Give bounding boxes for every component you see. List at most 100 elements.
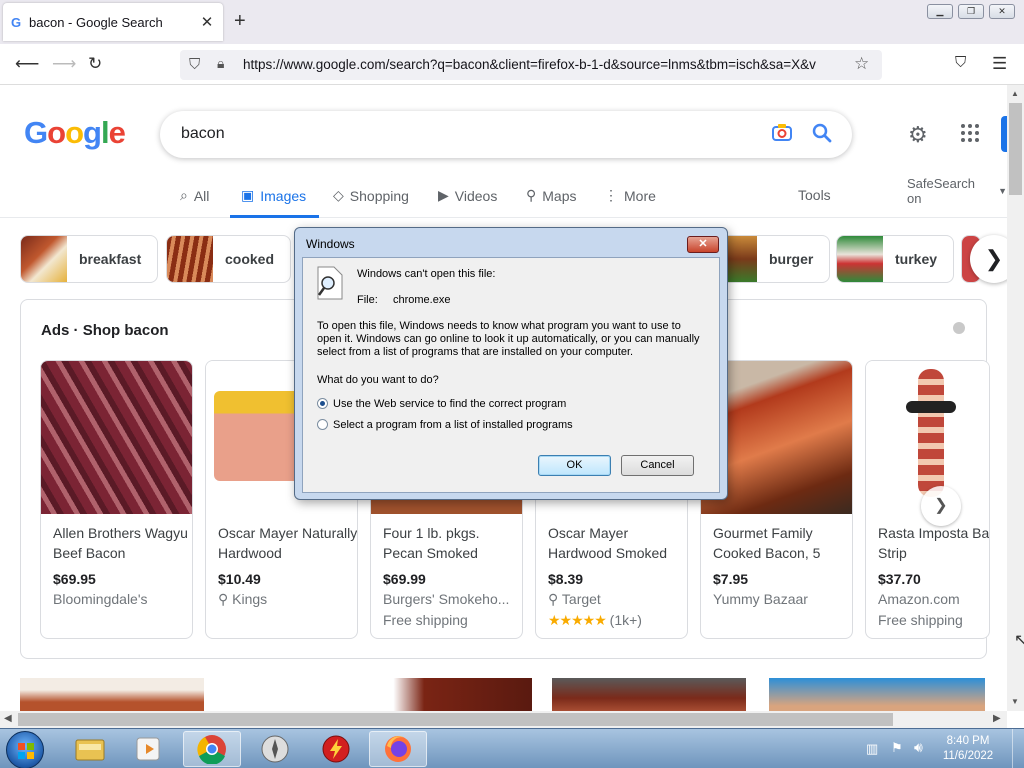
safesearch-toggle[interactable]: SafeSearch on ▼: [907, 176, 1007, 206]
settings-gear-icon[interactable]: ⚙: [908, 122, 928, 148]
system-clock[interactable]: 8:40 PM 11/6/2022: [938, 734, 998, 764]
option-web-service-label[interactable]: Use the Web service to find the correct …: [333, 398, 566, 411]
volume-icon[interactable]: 🔊︎: [914, 739, 923, 756]
taskbar-chrome[interactable]: [183, 731, 241, 767]
compass-icon: [261, 735, 289, 763]
option-installed-programs-label[interactable]: Select a program from a list of installe…: [333, 419, 573, 432]
radio-installed-programs[interactable]: [317, 419, 328, 430]
image-result[interactable]: [20, 678, 204, 711]
window-close-button[interactable]: ✕: [989, 4, 1015, 19]
tab-shopping[interactable]: ◇ Shopping: [333, 187, 409, 204]
folder-icon: [75, 739, 105, 761]
carousel-next-icon[interactable]: ❯: [921, 486, 961, 526]
tab-all[interactable]: ⌕ All: [180, 187, 209, 204]
tab-more[interactable]: ⋮ More: [604, 187, 656, 204]
tab-maps[interactable]: ⚲ Maps: [526, 187, 577, 204]
navigation-toolbar: ⟵ ⟶ ↻ ⛉ 🔒︎ https://www.google.com/search…: [0, 44, 1024, 85]
apps-grid-icon[interactable]: [960, 123, 980, 143]
product-price: $69.95: [53, 571, 96, 587]
tools-button[interactable]: Tools: [798, 187, 831, 203]
scroll-up-icon[interactable]: ▲: [1011, 89, 1019, 98]
scroll-thumb[interactable]: [1009, 103, 1022, 195]
search-icon[interactable]: [811, 122, 833, 144]
horizontal-scrollbar[interactable]: ◀ ▶: [0, 711, 1007, 728]
pocket-icon[interactable]: ⛉: [955, 54, 966, 71]
back-icon[interactable]: ⟵: [15, 54, 39, 74]
bookmark-star-icon[interactable]: ☆: [854, 54, 869, 74]
windows-taskbar: ▥ ⚑ 🔊︎ 8:40 PM 11/6/2022: [0, 728, 1024, 768]
ok-button[interactable]: OK: [538, 455, 611, 476]
scroll-thumb[interactable]: [18, 713, 893, 726]
taskbar-explorer[interactable]: [61, 731, 119, 767]
logo-letter: o: [47, 115, 66, 150]
network-icon[interactable]: ▥: [866, 741, 878, 757]
taskbar-firefox[interactable]: [369, 731, 427, 767]
vertical-scrollbar[interactable]: ▲ ▼: [1007, 85, 1024, 711]
shield-icon[interactable]: ⛉: [189, 56, 200, 73]
url-bar[interactable]: ⛉ 🔒︎ https://www.google.com/search?q=bac…: [180, 50, 882, 80]
menu-icon[interactable]: ☰: [992, 54, 1007, 74]
chrome-icon: [197, 735, 226, 764]
search-box[interactable]: bacon: [160, 111, 852, 158]
chip-cooked[interactable]: cooked: [166, 235, 292, 283]
image-result[interactable]: [552, 678, 746, 711]
map-pin-icon: ⚲: [526, 187, 537, 203]
tab-videos[interactable]: ▶ Videos: [438, 187, 497, 204]
clock-date: 11/6/2022: [942, 750, 994, 762]
mouse-cursor-icon: ↖: [1014, 632, 1024, 649]
image-result[interactable]: [224, 678, 532, 711]
dialog-close-button[interactable]: ✕: [687, 236, 719, 253]
open-with-dialog: Windows ✕ Windows can't open this file: …: [294, 227, 728, 500]
scroll-right-icon[interactable]: ▶: [993, 713, 1001, 724]
product-price: $37.70: [878, 571, 921, 587]
info-icon[interactable]: [953, 322, 965, 334]
taskbar-flash[interactable]: [307, 731, 365, 767]
search-tabs: ⌕ All ▣ Images ◇ Shopping ▶ Videos ⚲ Maps ⋮ Mo…: [0, 176, 1007, 218]
dialog-question: What do you want to do?: [317, 374, 439, 386]
camera-lens-icon[interactable]: [771, 122, 793, 144]
chip-burger[interactable]: burger: [725, 235, 831, 283]
dialog-heading: Windows can't open this file:: [357, 268, 496, 280]
restore-button[interactable]: ❐: [958, 4, 984, 19]
active-tab-indicator: [230, 215, 319, 218]
map-pin-icon: ⚲: [218, 591, 229, 607]
scroll-down-icon[interactable]: ▼: [1011, 697, 1019, 706]
image-result[interactable]: [769, 678, 985, 711]
cancel-button[interactable]: Cancel: [621, 455, 694, 476]
product-rating: ★★★★★ (1k+): [548, 612, 642, 628]
scroll-left-icon[interactable]: ◀: [4, 713, 12, 724]
url-text[interactable]: https://www.google.com/search?q=bacon&cl…: [243, 57, 843, 72]
browser-tab[interactable]: G bacon - Google Search ✕: [3, 3, 223, 41]
taskbar-media-player[interactable]: [120, 731, 178, 767]
close-tab-icon[interactable]: ✕: [199, 13, 215, 31]
chip-thumbnail: [167, 236, 213, 282]
radio-web-service[interactable]: [317, 398, 328, 409]
product-store: ⚲ Kings: [218, 591, 268, 607]
product-store: ⚲ Target: [548, 591, 601, 607]
product-card[interactable]: Allen Brothers Wagyu Beef Bacon $69.95 B…: [40, 360, 193, 639]
minimize-button[interactable]: ▁: [927, 4, 953, 19]
product-title: Four 1 lb. pkgs. Pecan Smoked: [383, 525, 480, 561]
ads-heading: Ads · Shop bacon: [41, 322, 169, 339]
shipping-info: Free shipping: [383, 612, 468, 628]
file-name: chrome.exe: [393, 294, 451, 306]
product-price: $8.39: [548, 571, 584, 587]
show-desktop-button[interactable]: [1012, 729, 1024, 768]
tab-images[interactable]: ▣ Images: [241, 187, 306, 204]
product-image: [41, 361, 192, 514]
taskbar-app[interactable]: [246, 731, 304, 767]
chip-turkey[interactable]: turkey: [836, 235, 955, 283]
chip-breakfast[interactable]: breakfast: [20, 235, 159, 283]
action-center-flag-icon[interactable]: ⚑: [891, 740, 903, 756]
chip-thumbnail: [21, 236, 67, 282]
start-button[interactable]: [6, 731, 44, 768]
dialog-description: To open this file, Windows needs to know…: [317, 320, 700, 358]
product-price: $7.95: [713, 571, 749, 587]
search-input[interactable]: bacon: [181, 125, 225, 143]
reload-icon[interactable]: ↻: [88, 54, 102, 74]
forward-icon[interactable]: ⟶: [52, 54, 76, 74]
file-label: File:: [357, 294, 378, 306]
new-tab-button[interactable]: +: [234, 10, 246, 33]
lock-icon[interactable]: 🔒︎: [217, 55, 224, 72]
google-logo[interactable]: Google: [24, 115, 126, 151]
